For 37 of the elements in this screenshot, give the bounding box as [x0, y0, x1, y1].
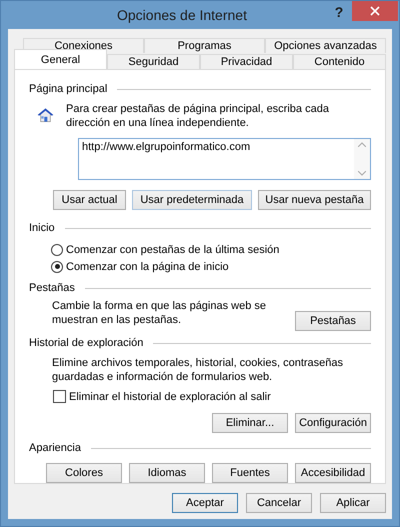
- dialog-button[interactable]: Aceptar: [172, 493, 238, 513]
- section-title: Pestañas: [29, 282, 75, 294]
- history-description: Elimine archivos temporales, historial, cookies, contraseñas guardadas e información de formularios web.: [52, 356, 344, 384]
- option-button[interactable]: Pestañas: [295, 311, 371, 331]
- tab[interactable]: General: [14, 49, 107, 69]
- close-icon: [370, 6, 380, 16]
- tab[interactable]: Programas: [144, 38, 265, 53]
- dialog-button[interactable]: Aplicar: [320, 493, 386, 513]
- home-description: Para crear pestañas de página principal, escriba cada dirección en una línea independiente.: [66, 102, 330, 130]
- checkbox[interactable]: [53, 390, 66, 403]
- section-title: Historial de exploración: [29, 337, 144, 349]
- help-button[interactable]: ?: [326, 2, 352, 22]
- checkbox-label: Eliminar el historial de exploración al salir: [69, 390, 271, 402]
- radio-button[interactable]: [51, 244, 63, 256]
- window-title: Opciones de Internet: [116, 7, 248, 23]
- option-button[interactable]: Idiomas: [129, 463, 205, 483]
- close-button[interactable]: [352, 1, 398, 21]
- tab[interactable]: Privacidad: [200, 54, 293, 69]
- option-button[interactable]: Usar actual: [53, 190, 126, 210]
- option-button[interactable]: Accesibilidad: [295, 463, 371, 483]
- radio-label: Comenzar con la página de inicio: [66, 260, 229, 272]
- tab[interactable]: Opciones avanzadas: [265, 38, 386, 53]
- tab[interactable]: Seguridad: [107, 54, 200, 69]
- option-button[interactable]: Usar predeterminada: [132, 190, 252, 210]
- radio-label: Comenzar con pestañas de la última sesión: [66, 244, 280, 256]
- option-button[interactable]: Eliminar...: [212, 413, 288, 433]
- section-title: Página principal: [29, 83, 108, 95]
- section-title: Apariencia: [29, 442, 81, 454]
- option-button[interactable]: Usar nueva pestaña: [258, 190, 371, 210]
- radio-button[interactable]: [51, 260, 63, 272]
- tabs-description: Cambie la forma en que las páginas web se muestran en las pestañas.: [52, 299, 267, 327]
- option-button[interactable]: Configuración: [295, 413, 371, 433]
- section-title: Inicio: [29, 222, 55, 234]
- tab[interactable]: Contenido: [293, 54, 386, 69]
- option-button[interactable]: Fuentes: [212, 463, 288, 483]
- option-button[interactable]: Colores: [46, 463, 122, 483]
- dialog-button[interactable]: Cancelar: [246, 493, 312, 513]
